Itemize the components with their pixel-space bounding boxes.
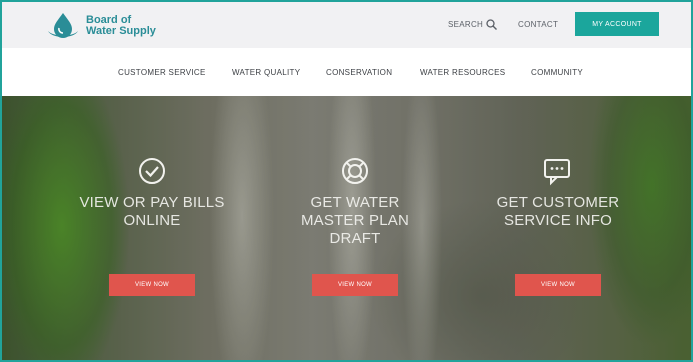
- lifebuoy-icon: [342, 158, 368, 184]
- search-icon: [486, 19, 498, 30]
- main-nav: CUSTOMER SERVICE WATER QUALITY CONSERVAT…: [2, 48, 691, 96]
- contact-link[interactable]: CONTACT: [518, 20, 558, 29]
- nav-item-water-quality[interactable]: WATER QUALITY: [232, 68, 300, 77]
- view-now-button[interactable]: VIEW NOW: [312, 274, 398, 296]
- top-bar: Board of Water Supply SEARCH CONTACT MY …: [2, 2, 691, 48]
- search-link[interactable]: SEARCH: [448, 19, 498, 30]
- cta-pay-bills: VIEW OR PAY BILLS ONLINE VIEW NOW: [52, 96, 252, 360]
- chat-bubble-icon: [544, 159, 570, 186]
- nav-item-conservation[interactable]: CONSERVATION: [326, 68, 392, 77]
- page-frame: Board of Water Supply SEARCH CONTACT MY …: [0, 0, 693, 362]
- nav-item-customer-service[interactable]: CUSTOMER SERVICE: [118, 68, 206, 77]
- cta-title-line: GET CUSTOMER: [496, 194, 620, 211]
- view-now-button[interactable]: VIEW NOW: [109, 274, 195, 296]
- my-account-button[interactable]: MY ACCOUNT: [575, 12, 659, 36]
- cta-title-line: VIEW OR PAY BILLS: [79, 194, 225, 211]
- site-logo[interactable]: Board of Water Supply: [46, 10, 196, 42]
- cta-title: GET WATER MASTER PLAN DRAFT: [255, 194, 455, 248]
- cta-title-line: SERVICE INFO: [504, 212, 612, 229]
- cta-title-line: ONLINE: [123, 212, 181, 229]
- nav-item-community[interactable]: COMMUNITY: [531, 68, 583, 77]
- cta-title-line: MASTER PLAN: [300, 212, 410, 229]
- cta-customer-service: GET CUSTOMER SERVICE INFO VIEW NOW: [458, 96, 658, 360]
- view-now-button[interactable]: VIEW NOW: [515, 274, 601, 296]
- logo-line-2: Water Supply: [86, 25, 156, 37]
- cta-title: GET CUSTOMER SERVICE INFO: [458, 194, 658, 230]
- logo-text: Board of Water Supply: [86, 15, 156, 37]
- search-label: SEARCH: [448, 20, 484, 29]
- cta-title-line: DRAFT: [329, 230, 381, 247]
- cta-master-plan: GET WATER MASTER PLAN DRAFT VIEW NOW: [255, 96, 455, 360]
- water-drop-logo-icon: [48, 13, 78, 38]
- cta-title: VIEW OR PAY BILLS ONLINE: [52, 194, 252, 230]
- nav-item-water-resources[interactable]: WATER RESOURCES: [420, 68, 505, 77]
- hero-banner: VIEW OR PAY BILLS ONLINE VIEW NOW GET WA…: [2, 96, 691, 360]
- cta-title-line: GET WATER: [310, 194, 400, 211]
- checkmark-icon: [139, 158, 165, 184]
